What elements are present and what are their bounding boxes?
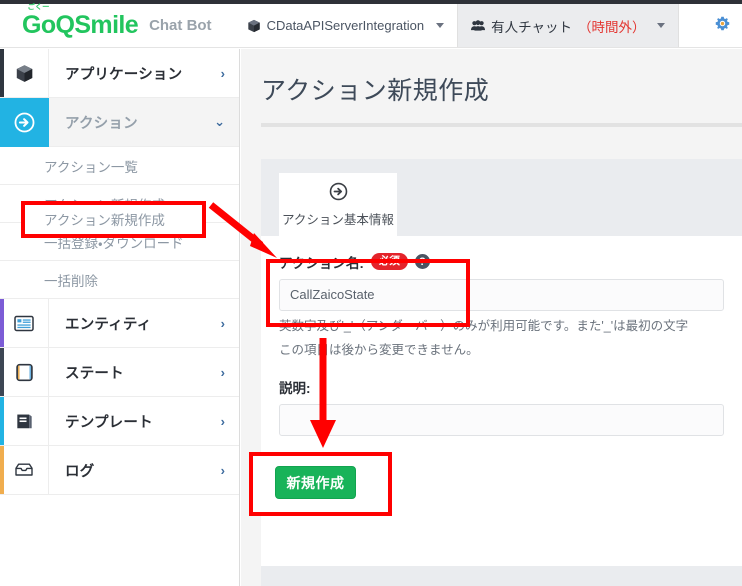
action-name-hint-line-1: 英数字及び'_'（アンダーバー）のみが利用可能です。また'_'は最初の文字	[279, 318, 689, 333]
people-icon	[471, 19, 486, 33]
sidebar-item-action[interactable]: アクション ⌄	[0, 97, 239, 147]
required-badge: 必須	[370, 253, 408, 271]
main-content: アクション新規作成 アクション基本情報 アクション名: 必須 ? CallZai…	[241, 49, 742, 586]
goqsmile-logo: ごくー GoQSmile	[22, 4, 139, 39]
list-icon	[0, 298, 49, 348]
sidebar-accent-bar	[0, 299, 4, 347]
form-card: アクション名: 必須 ? 英数字及び'_'（アンダーバー）のみが利用可能です。ま…	[261, 235, 742, 566]
chevron-right-icon: ›	[220, 65, 225, 81]
sidebar-item-label: ステート	[65, 365, 124, 382]
sidebar-item-label: アクション	[65, 115, 138, 132]
chevron-right-icon: ›	[220, 413, 225, 429]
settings-button[interactable]	[702, 4, 742, 47]
action-name-label-row: アクション名: 必須 ?	[279, 252, 724, 272]
page-title: アクション新規作成	[261, 77, 490, 105]
tray-icon	[0, 445, 49, 495]
square-icon	[0, 347, 49, 397]
sidebar-item-log[interactable]: ログ ›	[0, 445, 239, 495]
chevron-right-icon: ›	[220, 364, 225, 380]
sidebar-accent-bar	[0, 348, 4, 396]
arrow-circle-icon	[0, 97, 49, 147]
description-label: 説明:	[279, 380, 311, 396]
chevron-down-icon	[657, 23, 666, 28]
description-block: 説明:	[279, 377, 724, 436]
brand-logo-area[interactable]: ごくー GoQSmile Chat Bot	[0, 4, 222, 47]
human-chat-status-note: （時間外）	[577, 19, 646, 35]
sidebar-item-entity[interactable]: エンティティ ›	[0, 298, 239, 348]
annotation-overlay-text-new-action: アクション新規作成	[44, 213, 165, 228]
app-window: ごくー GoQSmile Chat Bot CDataAPIServerInte…	[0, 0, 742, 586]
sidebar: アプリケーション › アクション ⌄ アクション一覧 アクション新規作成 一括登…	[0, 48, 240, 586]
app-selector-label: CDataAPIServerIntegration	[266, 18, 425, 33]
sidebar-subitem-label: 一括登録・ダウンロード	[44, 235, 184, 251]
sidebar-item-label: エンティティ	[65, 316, 152, 333]
sidebar-subitem-bulk-delete[interactable]: 一括削除	[0, 261, 239, 299]
description-input[interactable]	[279, 403, 724, 436]
action-name-hint-line-2: この項目は後から変更できません。	[279, 342, 479, 357]
sidebar-accent-bar	[0, 49, 4, 97]
question-mark-icon[interactable]: ?	[414, 254, 430, 270]
gear-icon	[715, 16, 730, 36]
chevron-down-icon	[436, 23, 445, 28]
sidebar-subitem-label: アクション一覧	[44, 159, 138, 175]
description-label-row: 説明:	[279, 377, 724, 397]
sidebar-item-label: テンプレート	[65, 414, 153, 431]
chevron-right-icon: ›	[220, 315, 225, 331]
top-header: ごくー GoQSmile Chat Bot CDataAPIServerInte…	[0, 4, 742, 48]
form-panel: アクション基本情報 アクション名: 必須 ? 英数字及び'_'（アンダーバー）の…	[261, 159, 742, 586]
cube-icon	[0, 48, 49, 98]
brand-subtitle: Chat Bot	[149, 17, 212, 34]
chevron-right-icon: ›	[220, 462, 225, 478]
chevron-down-icon: ⌄	[214, 114, 225, 129]
sidebar-accent-bar	[0, 446, 4, 494]
sidebar-accent-bar	[0, 397, 4, 445]
sidebar-item-label: アプリケーション	[65, 66, 183, 83]
logo-furigana: ごくー	[27, 4, 50, 11]
sidebar-item-state[interactable]: ステート ›	[0, 347, 239, 397]
sidebar-accent-bar	[0, 98, 4, 146]
annotation-overlay-create-button[interactable]: 新規作成	[275, 466, 356, 499]
tab-label: アクション基本情報	[282, 212, 394, 227]
sidebar-item-label: ログ	[65, 463, 95, 480]
tab-strip: アクション基本情報	[261, 173, 742, 236]
arrow-circle-icon	[279, 182, 397, 206]
sidebar-subitem-action-list[interactable]: アクション一覧	[0, 147, 239, 185]
book-icon	[0, 396, 49, 446]
cube-icon	[247, 19, 261, 33]
human-chat-status-dropdown[interactable]: 有人チャット （時間外）	[457, 4, 680, 47]
title-divider	[261, 123, 742, 127]
sidebar-item-application[interactable]: アプリケーション ›	[0, 48, 239, 98]
tab-action-basic-info[interactable]: アクション基本情報	[279, 173, 397, 236]
action-name-input[interactable]	[279, 278, 724, 311]
action-name-label: アクション名:	[279, 255, 364, 271]
app-selector-dropdown[interactable]: CDataAPIServerIntegration	[234, 4, 458, 47]
logo-text: GoQSmile	[22, 11, 139, 39]
sidebar-item-template[interactable]: テンプレート ›	[0, 396, 239, 446]
sidebar-subitem-label: 一括削除	[44, 273, 98, 289]
human-chat-label: 有人チャット	[491, 19, 572, 35]
